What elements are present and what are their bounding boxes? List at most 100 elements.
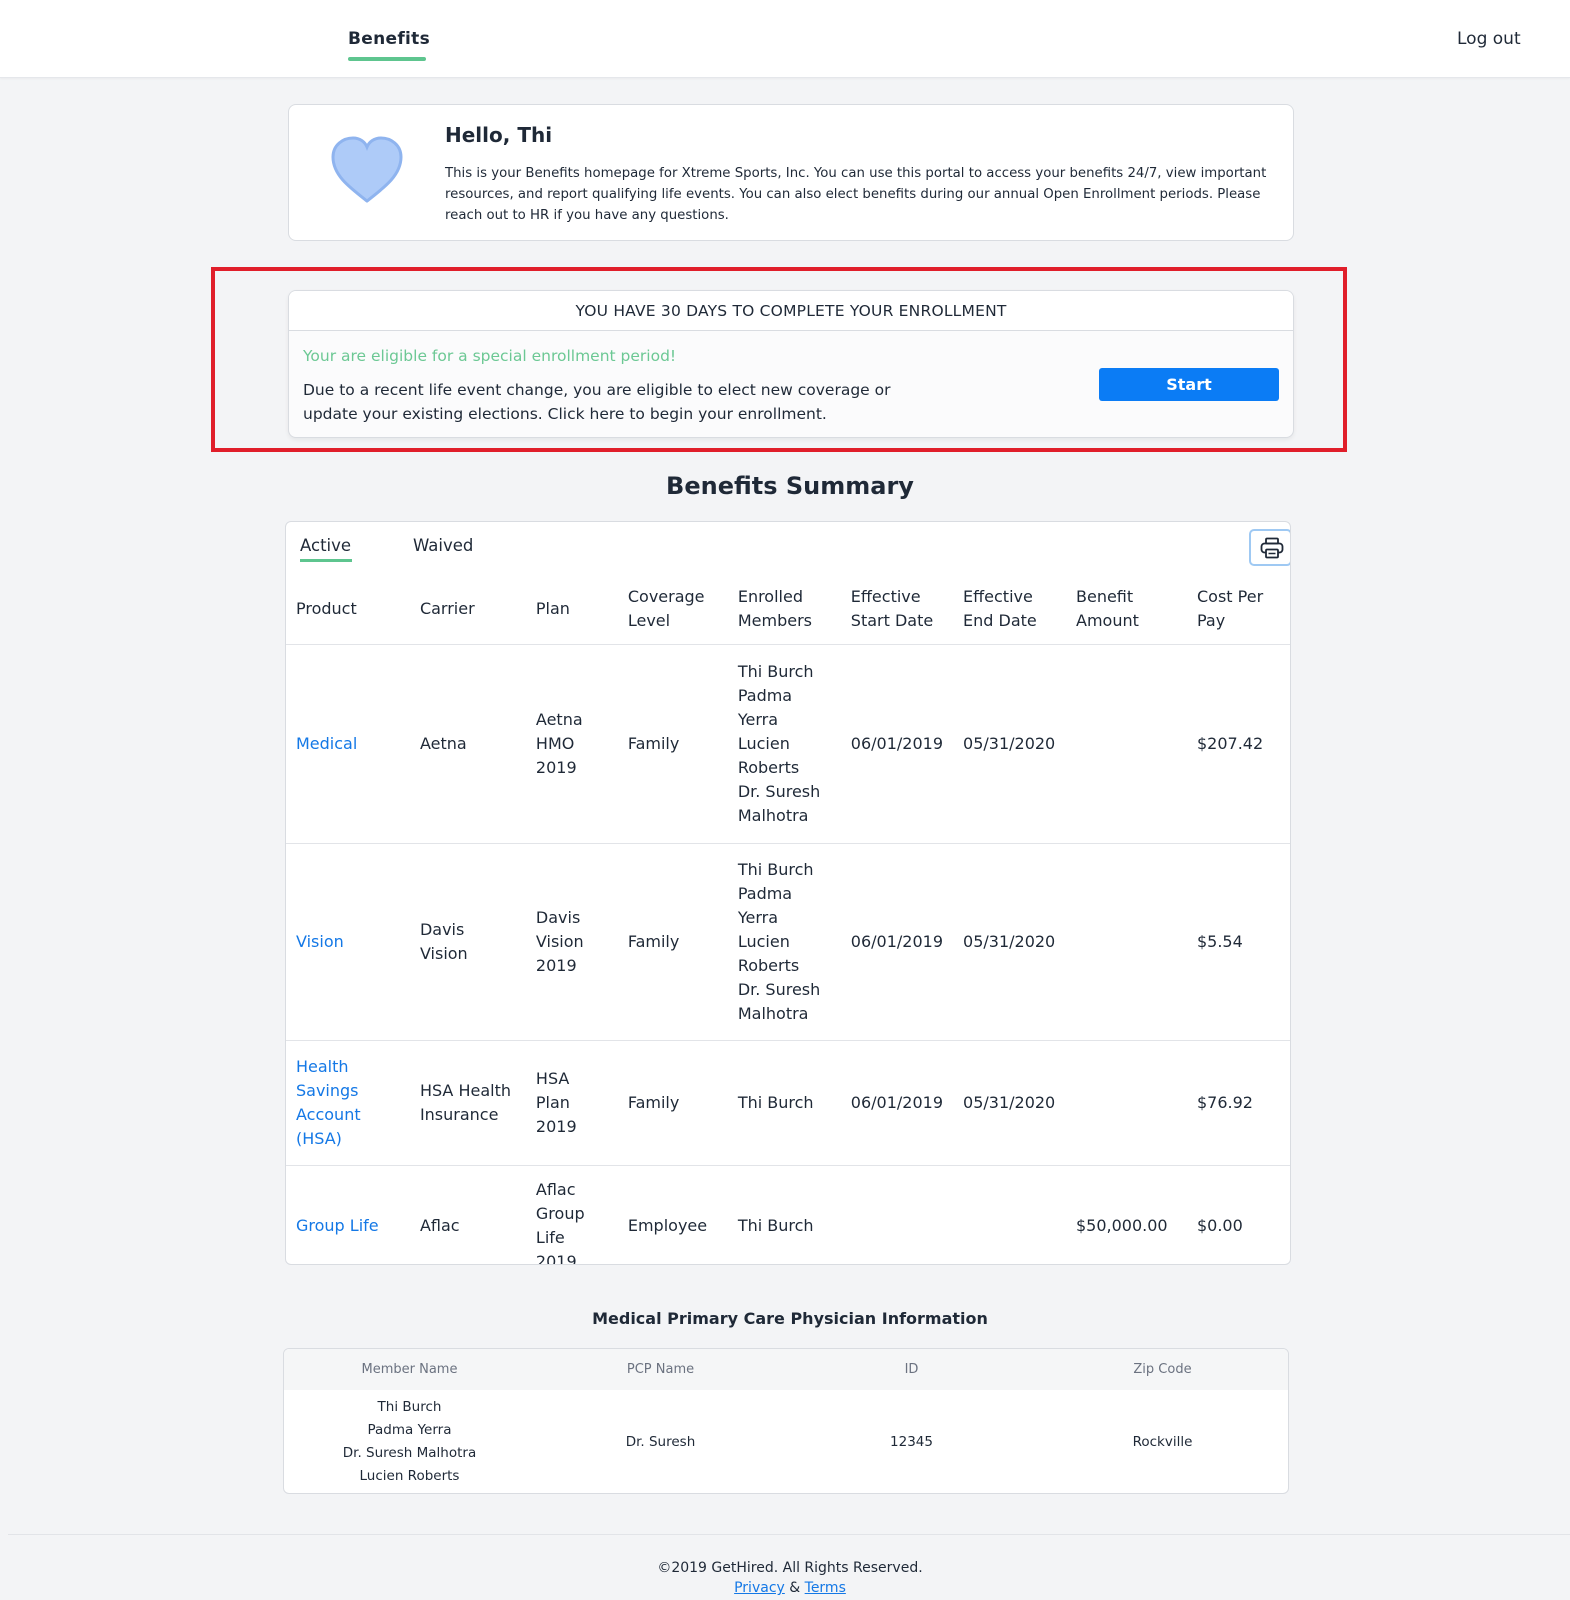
tab-active[interactable]: Active	[300, 536, 351, 555]
members-cell: Thi Burch	[727, 1040, 841, 1166]
heart-icon	[331, 136, 403, 203]
end-date-cell: 05/31/2020	[953, 843, 1066, 1041]
footer-links: Privacy & Terms	[0, 1580, 1570, 1596]
welcome-title: Hello, Thi	[445, 123, 553, 147]
benefits-summary-card: Active Waived Product Carrier Plan Cover…	[285, 521, 1291, 1265]
coverage-cell: Family	[617, 1040, 728, 1166]
end-date-cell	[953, 1165, 1066, 1264]
footer-divider	[8, 1534, 1570, 1535]
table-header-row: Product Carrier Plan Coverage Level Enro…	[286, 574, 1290, 645]
benefits-table: Product Carrier Plan Coverage Level Enro…	[286, 574, 1290, 1265]
column-header: Plan	[525, 574, 618, 645]
members-cell: Thi Burch Padma Yerra Lucien Roberts Dr.…	[727, 644, 841, 844]
pcp-table: Member Name PCP Name ID Zip Code Thi Bur…	[283, 1348, 1289, 1494]
coverage-cell: Employee	[627, 1215, 708, 1235]
table-row: Medical Aetna Aetna HMO 2019 Family Thi …	[286, 644, 1290, 844]
plan-cell: Aflac Group Life 2019	[535, 1179, 585, 1265]
nav-active-indicator	[348, 57, 426, 61]
member-name: Lucien Roberts	[737, 931, 800, 975]
enrollment-description: Due to a recent life event change, you a…	[303, 381, 891, 423]
top-navbar: Benefits Log out	[0, 0, 1570, 78]
pcp-member-name: Lucien Roberts	[359, 1468, 460, 1484]
column-header: Effective End Date	[953, 574, 1066, 645]
benefit-amount-cell	[1066, 1040, 1187, 1166]
table-row: Health Savings Account (HSA) HSA Health …	[286, 1040, 1290, 1166]
carrier-cell: Davis Vision	[409, 843, 526, 1041]
pcp-name-cell: Dr. Suresh	[625, 1434, 696, 1450]
pcp-member-name: Thi Burch	[377, 1399, 442, 1415]
member-name: Thi Burch	[737, 859, 814, 879]
start-date-cell: 06/01/2019	[840, 644, 954, 844]
table-row: Vision Davis Vision Davis Vision 2019 Fa…	[286, 843, 1290, 1041]
plan-cell: Aetna HMO 2019	[525, 644, 618, 844]
member-name: Lucien Roberts	[737, 733, 800, 777]
cost-cell: $5.54	[1186, 843, 1290, 1041]
terms-link[interactable]: Terms	[805, 1580, 846, 1596]
plan-cell: Davis Vision 2019	[525, 843, 618, 1041]
tab-active-indicator	[300, 559, 352, 562]
cost-cell: $0.00	[1196, 1215, 1243, 1235]
nav-benefits-link[interactable]: Benefits	[348, 29, 430, 49]
start-enrollment-button[interactable]: Start	[1099, 368, 1279, 401]
member-name: Padma Yerra	[737, 883, 793, 927]
pcp-section-title: Medical Primary Care Physician Informati…	[592, 1309, 988, 1328]
column-header: Coverage Level	[617, 574, 728, 645]
member-name: Dr. Suresh Malhotra	[737, 979, 821, 1023]
member-name: Thi Burch	[737, 1215, 814, 1235]
column-header: Enrolled Members	[727, 574, 841, 645]
member-name: Dr. Suresh Malhotra	[737, 781, 821, 825]
column-header: Effective Start Date	[840, 574, 954, 645]
member-name: Thi Burch	[737, 1092, 814, 1112]
column-header: Product	[286, 574, 410, 645]
pcp-header-row: Member Name PCP Name ID Zip Code	[284, 1349, 1288, 1390]
pcp-member-name: Padma Yerra	[367, 1422, 452, 1438]
column-header: Cost Per Pay	[1186, 574, 1290, 645]
pcp-column-header: Zip Code	[1133, 1362, 1192, 1377]
carrier-cell: Aetna	[409, 644, 526, 844]
pcp-id-cell: 12345	[890, 1434, 933, 1450]
welcome-text: This is your Benefits homepage for Xtrem…	[445, 166, 1267, 223]
start-date-cell	[841, 1165, 953, 1264]
cost-cell: $207.42	[1186, 644, 1290, 844]
product-link-medical[interactable]: Medical	[296, 734, 357, 753]
member-name: Padma Yerra	[737, 685, 793, 729]
printer-icon	[1260, 537, 1284, 559]
benefit-amount-cell	[1066, 843, 1187, 1041]
copyright-text: ©2019 GetHired. All Rights Reserved.	[657, 1560, 923, 1576]
tab-waived[interactable]: Waived	[413, 536, 473, 555]
product-link-hsa[interactable]: Health Savings Account (HSA)	[296, 1057, 361, 1148]
members-cell: Thi Burch Padma Yerra Lucien Roberts Dr.…	[727, 843, 841, 1041]
benefits-summary-title: Benefits Summary	[666, 472, 914, 500]
privacy-link[interactable]: Privacy	[734, 1580, 785, 1596]
print-button[interactable]	[1249, 529, 1290, 566]
carrier-cell: HSA Health Insurance	[409, 1040, 526, 1166]
enrollment-eligible-text: Your are eligible for a special enrollme…	[303, 347, 677, 365]
pcp-column-header: PCP Name	[626, 1362, 695, 1377]
end-date-cell: 05/31/2020	[953, 644, 1066, 844]
logout-link[interactable]: Log out	[1457, 29, 1521, 49]
pcp-zip-cell: Rockville	[1132, 1434, 1193, 1450]
coverage-cell: Family	[617, 644, 728, 844]
pcp-member-name: Dr. Suresh Malhotra	[342, 1445, 477, 1461]
member-name: Thi Burch	[737, 661, 814, 681]
pcp-row: Thi Burch Padma Yerra Dr. Suresh Malhotr…	[284, 1390, 1288, 1493]
start-date-cell: 06/01/2019	[840, 1040, 954, 1166]
pcp-column-header: Member Name	[361, 1362, 458, 1377]
members-cell: Thi Burch	[728, 1165, 841, 1264]
pcp-column-header: ID	[904, 1362, 919, 1377]
enrollment-header: YOU HAVE 30 DAYS TO COMPLETE YOUR ENROLL…	[289, 291, 1293, 331]
footer-ampersand: &	[789, 1580, 801, 1596]
column-header: Carrier	[409, 574, 526, 645]
end-date-cell: 05/31/2020	[953, 1040, 1066, 1166]
plan-cell: HSA Plan 2019	[525, 1040, 618, 1166]
carrier-cell: Aflac	[419, 1215, 460, 1235]
coverage-cell: Family	[617, 843, 728, 1041]
benefit-amount-cell: $50,000.00	[1076, 1215, 1168, 1235]
pcp-members-cell: Thi Burch Padma Yerra Dr. Suresh Malhotr…	[284, 1396, 535, 1488]
product-link-vision[interactable]: Vision	[296, 932, 344, 951]
column-header: Benefit Amount	[1066, 574, 1187, 645]
product-link-group-life[interactable]: Group Life	[296, 1216, 379, 1235]
enrollment-card: YOU HAVE 30 DAYS TO COMPLETE YOUR ENROLL…	[288, 290, 1294, 438]
start-date-cell: 06/01/2019	[840, 843, 954, 1041]
table-row: Group Life Aflac Aflac Group Life 2019 E…	[286, 1165, 1290, 1265]
